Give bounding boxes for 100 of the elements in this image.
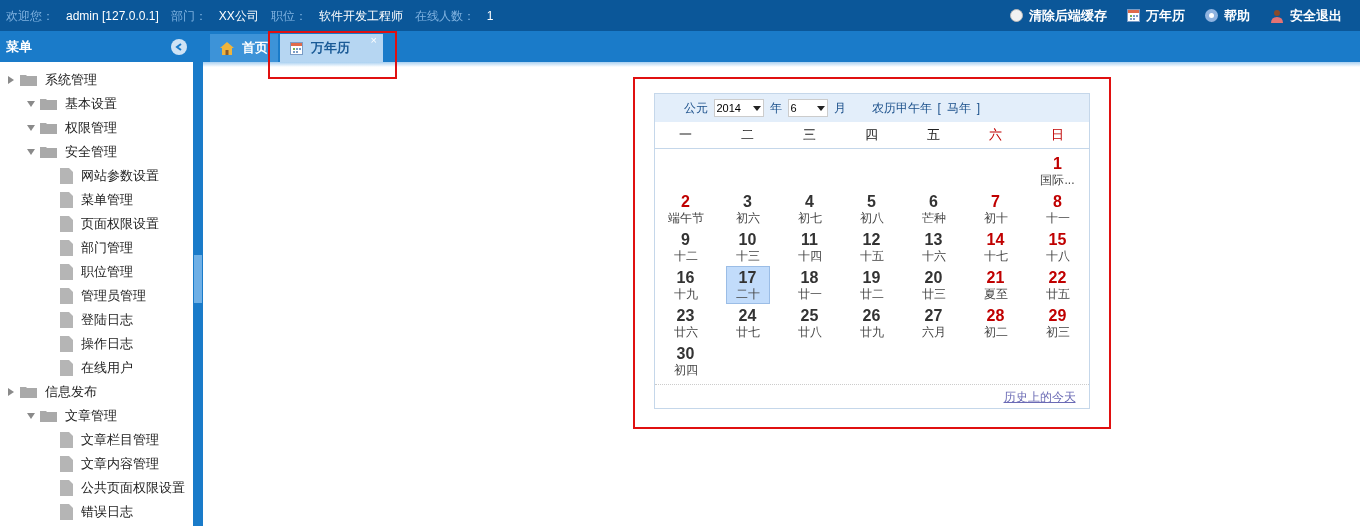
tree-item[interactable]: 安全管理 xyxy=(65,142,117,162)
lunar-year: 农历甲午年 xyxy=(871,100,932,117)
caret-down-icon xyxy=(816,105,825,111)
tree-item[interactable]: 错误日志 xyxy=(81,502,133,522)
tree-item[interactable]: 权限管理 xyxy=(65,118,117,138)
month-select[interactable]: 6 xyxy=(787,99,828,117)
day-cell[interactable]: 9 十二 xyxy=(663,228,708,266)
file-icon xyxy=(60,456,73,472)
collapse-icon[interactable] xyxy=(171,38,187,55)
file-icon xyxy=(60,288,73,304)
weekday-header: 二 xyxy=(740,126,755,145)
info-value: admin [127.0.0.1] xyxy=(66,7,159,25)
day-cell[interactable]: 17 二十 xyxy=(725,266,770,304)
info-label: 在线人数： xyxy=(414,7,475,25)
day-cell[interactable]: 11 十四 xyxy=(787,228,832,266)
caret-right-icon[interactable] xyxy=(6,387,16,397)
header-link[interactable]: 万年历 xyxy=(1127,5,1185,26)
splitter[interactable] xyxy=(193,31,203,526)
day-cell[interactable]: 22 廿五 xyxy=(1035,266,1080,304)
tree-item[interactable]: 文章管理 xyxy=(65,406,117,426)
file-icon xyxy=(60,432,73,448)
tree-item[interactable]: 操作日志 xyxy=(81,334,133,354)
file-icon xyxy=(60,480,73,496)
day-cell[interactable]: 6 芒种 xyxy=(911,190,956,228)
day-cell[interactable]: 30 初四 xyxy=(663,342,708,380)
header-link[interactable]: 清除后端缓存 xyxy=(1010,5,1107,26)
day-cell[interactable]: 27 六月 xyxy=(911,304,956,342)
file-icon xyxy=(60,504,73,520)
tree-item[interactable]: 基本设置 xyxy=(65,94,117,114)
folder-icon xyxy=(20,386,37,398)
day-cell[interactable]: 26 廿九 xyxy=(849,304,894,342)
tree-item[interactable]: 文章栏目管理 xyxy=(81,430,159,450)
weekday-header: 四 xyxy=(864,126,879,145)
help-icon xyxy=(1205,9,1218,22)
info-value: 1 xyxy=(486,7,494,25)
tree-item[interactable]: 在线用户 xyxy=(81,358,133,378)
day-cell[interactable]: 10 十三 xyxy=(725,228,770,266)
day-cell[interactable]: 24 廿七 xyxy=(725,304,770,342)
file-icon xyxy=(60,216,73,232)
tree-item[interactable]: 文章内容管理 xyxy=(81,454,159,474)
tree-item[interactable]: 网站参数设置 xyxy=(81,166,159,186)
tree-item[interactable]: 部门管理 xyxy=(81,238,133,258)
day-cell[interactable]: 15 十八 xyxy=(1035,228,1080,266)
header-link[interactable]: 安全退出 xyxy=(1270,5,1342,26)
folder-icon xyxy=(40,410,57,422)
day-cell[interactable]: 2 端午节 xyxy=(663,190,708,228)
caret-down-icon[interactable] xyxy=(26,411,36,421)
tree-item[interactable]: 菜单管理 xyxy=(81,190,133,210)
month-unit: 月 xyxy=(833,100,846,117)
day-cell[interactable]: 16 十九 xyxy=(663,266,708,304)
weekday-header: 六 xyxy=(988,126,1003,145)
person-icon xyxy=(1270,8,1284,23)
folder-icon xyxy=(40,98,57,110)
day-cell[interactable]: 29 初三 xyxy=(1035,304,1080,342)
caret-right-icon[interactable] xyxy=(6,75,16,85)
day-cell[interactable]: 25 廿八 xyxy=(787,304,832,342)
year-unit: 年 xyxy=(769,100,782,117)
tree-item[interactable]: 管理员管理 xyxy=(81,286,146,306)
day-cell[interactable]: 19 廿二 xyxy=(849,266,894,304)
caret-down-icon[interactable] xyxy=(26,99,36,109)
tree-item[interactable]: 登陆日志 xyxy=(81,310,133,330)
caret-down-icon[interactable] xyxy=(26,147,36,157)
sidebar-title: 菜单 xyxy=(6,37,32,56)
day-cell[interactable]: 8 十一 xyxy=(1035,190,1080,228)
file-icon xyxy=(60,240,73,256)
weekday-header: 五 xyxy=(926,126,941,145)
day-cell[interactable]: 12 十五 xyxy=(849,228,894,266)
file-icon xyxy=(60,360,73,376)
header-link[interactable]: 帮助 xyxy=(1205,5,1250,26)
day-cell[interactable]: 4 初七 xyxy=(787,190,832,228)
day-cell[interactable]: 3 初六 xyxy=(725,190,770,228)
tree-item[interactable]: 职位管理 xyxy=(81,262,133,282)
file-icon xyxy=(60,168,73,184)
calendar-icon xyxy=(1127,9,1140,22)
info-value: 软件开发工程师 xyxy=(318,7,403,25)
history-link[interactable]: 历史上的今天 xyxy=(1003,387,1076,406)
day-cell[interactable]: 14 十七 xyxy=(973,228,1018,266)
info-value: XX公司 xyxy=(218,7,259,25)
day-cell[interactable]: 21 夏至 xyxy=(973,266,1018,304)
info-label: 欢迎您： xyxy=(6,7,54,25)
zodiac-label: 马年 xyxy=(946,100,971,117)
day-cell[interactable]: 13 十六 xyxy=(911,228,956,266)
tree-item[interactable]: 公共页面权限设置 xyxy=(81,478,185,498)
day-cell[interactable]: 18 廿一 xyxy=(787,266,832,304)
tree-item[interactable]: 页面权限设置 xyxy=(81,214,159,234)
day-cell[interactable]: 20 廿三 xyxy=(911,266,956,304)
day-cell[interactable]: 23 廿六 xyxy=(663,304,708,342)
day-cell[interactable]: 7 初十 xyxy=(973,190,1018,228)
day-cell[interactable]: 1 国际... xyxy=(1035,152,1080,190)
day-cell[interactable]: 5 初八 xyxy=(849,190,894,228)
tree-item[interactable]: 系统管理 xyxy=(45,70,97,90)
year-select[interactable]: 2014 xyxy=(713,99,764,117)
bracket: [ xyxy=(937,100,941,117)
tree-item[interactable]: 信息发布 xyxy=(45,382,97,402)
file-icon xyxy=(60,312,73,328)
caret-down-icon[interactable] xyxy=(26,123,36,133)
weekday-header: 三 xyxy=(802,126,817,145)
weekday-header: 日 xyxy=(1050,126,1065,145)
file-icon xyxy=(60,192,73,208)
day-cell[interactable]: 28 初二 xyxy=(973,304,1018,342)
